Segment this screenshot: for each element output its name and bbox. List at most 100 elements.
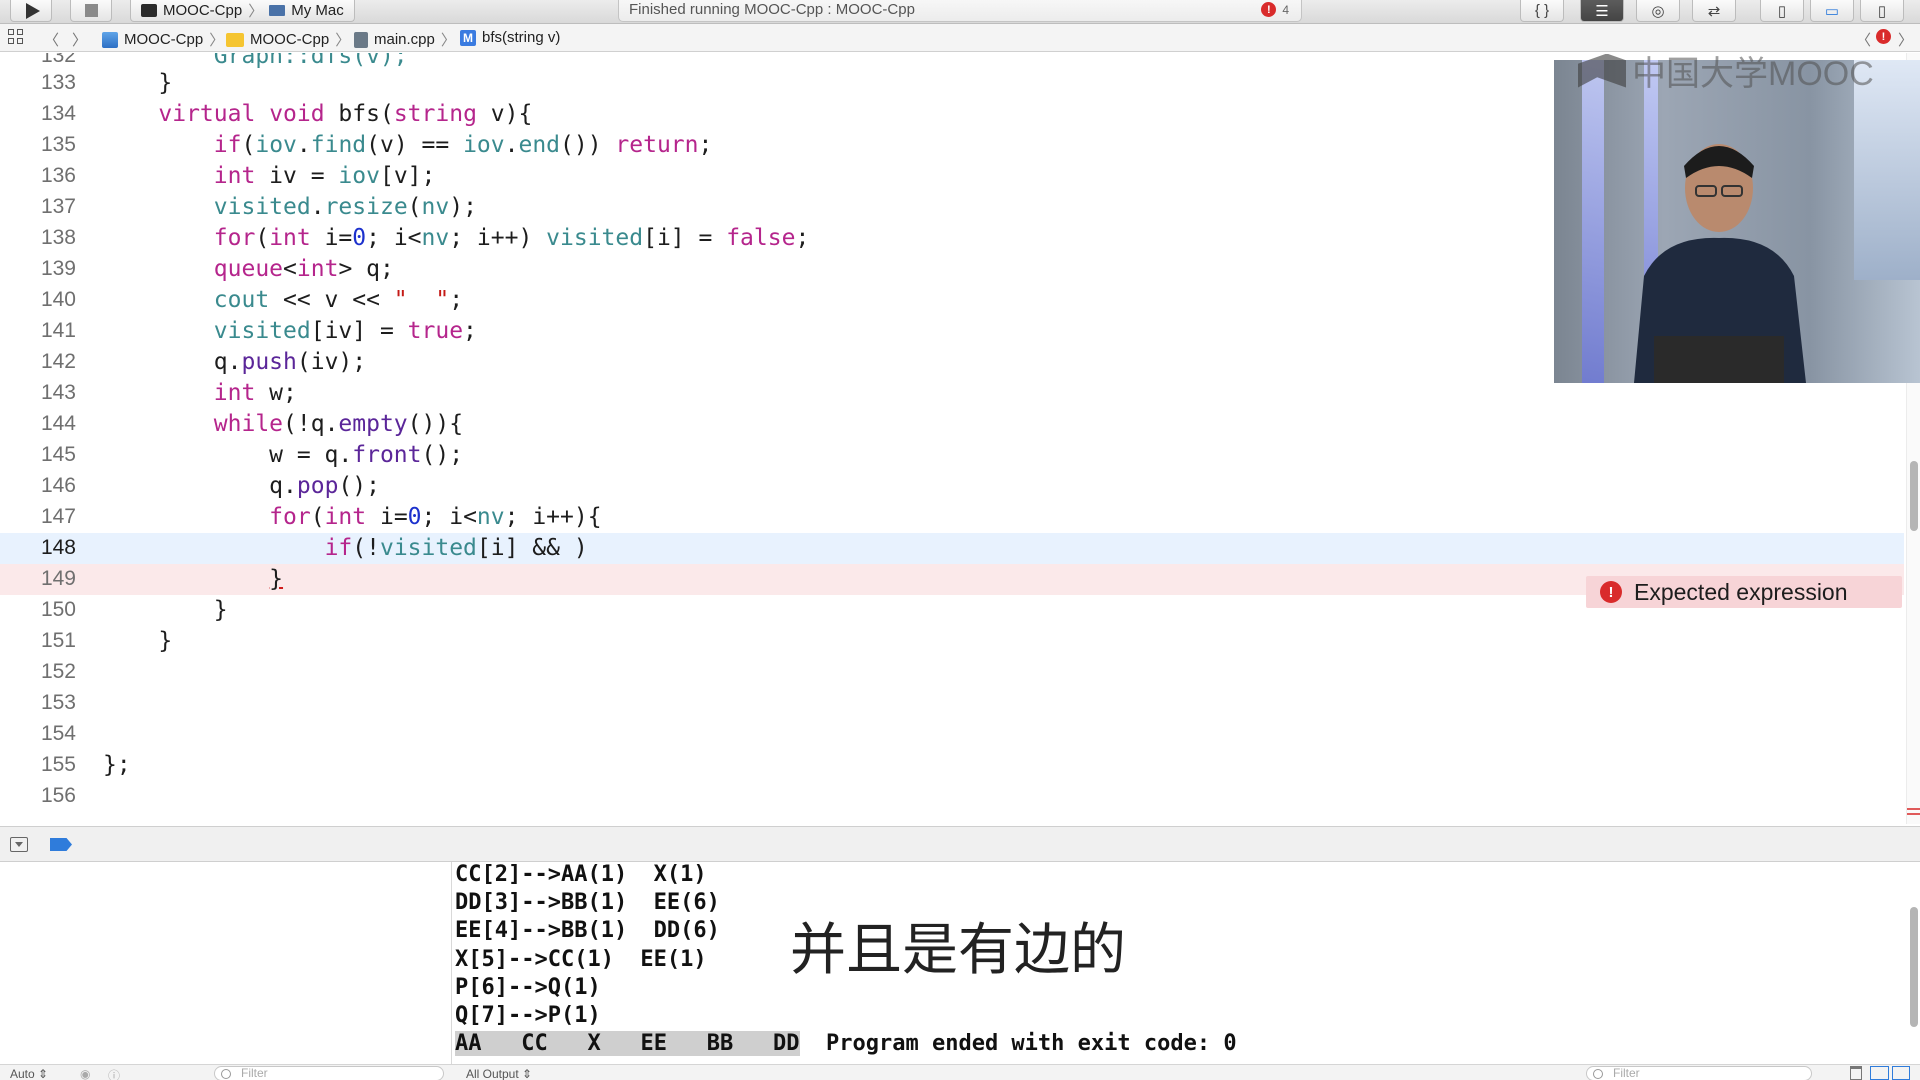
utilities-toggle-button[interactable]: ▯ <box>1860 0 1904 22</box>
code-text: if(iov.find(v) == iov.end()) return; <box>213 132 713 158</box>
utilities-toggle-icon: ▯ <box>1877 2 1887 20</box>
code-line[interactable]: 147 for(int i=0; i<nv; i++){ <box>0 502 1904 533</box>
debug-filter-bar: Auto ⇕ ◉ ⓘ Filter All Output ⇕ Filter <box>0 1064 1920 1080</box>
console-filter-field[interactable]: Filter <box>1586 1066 1812 1080</box>
forward-button[interactable]: 〉 <box>72 29 87 50</box>
code-text: visited.resize(nv); <box>213 194 477 220</box>
run-icon <box>26 3 40 19</box>
breakpoints-toggle-icon[interactable] <box>50 838 72 851</box>
code-text: for(int i=0; i<nv; i++){ <box>269 504 602 530</box>
scrollbar-error-marker <box>1907 808 1920 810</box>
line-number: 132 <box>40 53 76 67</box>
code-line[interactable]: 153 <box>0 688 1904 719</box>
code-line[interactable]: 144 while(!q.empty()){ <box>0 409 1904 440</box>
scheme-icon <box>141 4 157 17</box>
console-scroll-thumb[interactable] <box>1910 907 1918 1027</box>
chevron-right-icon: 〉 <box>440 32 456 49</box>
exit-message: Program ended with exit code: 0 <box>826 1031 1237 1057</box>
output-selector[interactable]: All Output ⇕ <box>466 1067 532 1080</box>
code-text: } <box>103 70 173 96</box>
code-snippet-button[interactable]: { } <box>1520 0 1564 22</box>
split-view-button[interactable] <box>1870 1066 1910 1080</box>
code-line[interactable]: 151 } <box>0 626 1904 657</box>
navigator-toggle-icon: ▯ <box>1777 2 1787 20</box>
issue-indicator[interactable]: ! 4 <box>1261 2 1289 17</box>
code-text: int w; <box>213 380 297 406</box>
mooc-watermark: 中国大学MOOC <box>1578 46 1874 95</box>
assistant-editor-button[interactable]: ◎ <box>1636 0 1680 22</box>
line-number: 151 <box>40 629 76 652</box>
line-number: 133 <box>40 71 76 94</box>
debug-area-toggle-button[interactable]: ▭ <box>1810 0 1854 22</box>
line-number: 149 <box>40 567 76 590</box>
breadcrumb-file[interactable]: main.cpp 〉 <box>354 29 456 50</box>
filter-icon <box>1593 1069 1603 1079</box>
breadcrumb-symbol[interactable]: M bfs(string v) <box>460 29 560 46</box>
chevron-right-icon: 〉 <box>72 32 88 49</box>
console-result-line: AA CC X EE BB DD Program ended with exit… <box>455 1031 1237 1059</box>
line-number: 143 <box>40 381 76 404</box>
scheme-selector[interactable]: MOOC-Cpp 〉 My Mac <box>130 0 355 22</box>
breadcrumb-folder[interactable]: MOOC-Cpp 〉 <box>226 29 350 50</box>
version-editor-button[interactable]: ⇄ <box>1692 0 1736 22</box>
error-icon: ! <box>1261 2 1277 17</box>
breadcrumb-project-label: MOOC-Cpp <box>124 31 204 48</box>
hide-debug-area-button[interactable] <box>10 837 28 852</box>
code-text: } <box>269 566 284 592</box>
standard-editor-button[interactable]: ☰ <box>1580 0 1624 22</box>
trash-icon[interactable] <box>1850 1066 1862 1080</box>
code-text: } <box>103 628 173 654</box>
console-line: Q[7]-->P(1) <box>455 1002 601 1028</box>
bfs-node: AA <box>455 1031 482 1057</box>
line-number: 148 <box>40 536 76 559</box>
back-button[interactable]: 〈 <box>44 29 59 50</box>
curly-braces-icon: { } <box>1534 2 1550 19</box>
code-text: queue<int> q; <box>213 256 394 282</box>
line-number: 145 <box>40 443 76 466</box>
lecturer-figure <box>1634 144 1806 383</box>
related-items-button[interactable] <box>8 29 24 45</box>
code-line[interactable]: 154 <box>0 719 1904 750</box>
editor-scroll-thumb[interactable] <box>1910 461 1918 531</box>
navigator-toggle-button[interactable]: ▯ <box>1760 0 1804 22</box>
stop-button[interactable] <box>70 0 112 22</box>
code-text: if(!visited[i] && ) <box>324 535 588 561</box>
activity-status-text: Finished running MOOC-Cpp : MOOC-Cpp <box>629 1 915 18</box>
folder-icon <box>226 32 244 47</box>
error-message-banner[interactable]: ! Expected expression <box>1586 576 1902 608</box>
line-number: 144 <box>40 412 76 435</box>
info-icon[interactable]: ⓘ <box>108 1067 120 1080</box>
code-line[interactable]: 156 <box>0 781 1904 812</box>
method-icon: M <box>460 29 476 46</box>
breadcrumb-project[interactable]: MOOC-Cpp 〉 <box>102 29 224 50</box>
standard-editor-icon: ☰ <box>1595 2 1609 20</box>
code-line[interactable]: 146 q.pop(); <box>0 471 1904 502</box>
line-number: 141 <box>40 319 76 342</box>
run-button[interactable] <box>10 0 52 22</box>
current-code-line[interactable]: 148 if(!visited[i] && ) <box>0 533 1904 564</box>
code-line[interactable]: 145 w = q.front(); <box>0 440 1904 471</box>
chevron-right-icon: 〉 <box>248 3 264 20</box>
code-text: } <box>103 597 228 623</box>
code-text: virtual void bfs(string v){ <box>158 101 533 127</box>
line-number: 150 <box>40 598 76 621</box>
code-text: while(!q.empty()){ <box>213 411 464 437</box>
code-line[interactable]: 152 <box>0 657 1904 688</box>
chevron-right-icon: 〉 <box>209 32 225 49</box>
console-output[interactable]: CC[2]-->AA(1) X(1) DD[3]-->BB(1) EE(6) E… <box>453 862 1920 1080</box>
window-toolbar: MOOC-Cpp 〉 My Mac Finished running MOOC-… <box>0 0 1920 24</box>
bfs-output: AA CC X EE BB DD <box>455 1031 800 1057</box>
error-message: Expected expression <box>1634 578 1848 605</box>
variables-scope-selector[interactable]: Auto ⇕ <box>10 1067 48 1080</box>
line-number: 154 <box>40 722 76 745</box>
eye-icon[interactable]: ◉ <box>80 1067 90 1080</box>
filter-icon <box>221 1069 231 1079</box>
bfs-node: X <box>587 1031 601 1057</box>
code-line[interactable]: 155 }; <box>0 750 1904 781</box>
issue-navigator-indicator[interactable]: ! <box>1876 29 1891 44</box>
next-issue-button[interactable]: 〉 <box>1898 29 1913 50</box>
grid-icon <box>8 29 24 45</box>
debug-bar <box>0 826 1920 862</box>
variables-filter-field[interactable]: Filter <box>214 1066 444 1080</box>
code-text: w = q.front(); <box>103 442 464 468</box>
